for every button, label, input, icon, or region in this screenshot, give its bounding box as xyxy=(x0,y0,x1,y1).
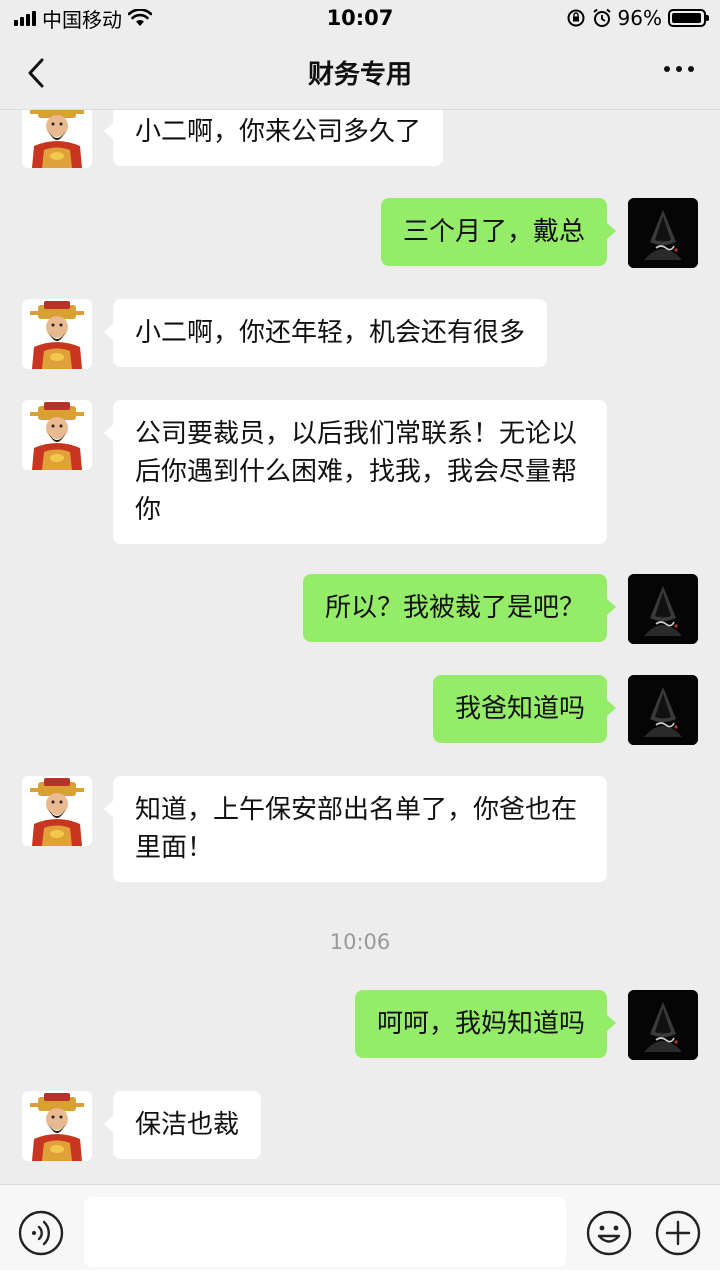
hooded-avatar-icon xyxy=(628,574,698,644)
status-right: 96% xyxy=(566,6,709,30)
caishen-avatar-icon xyxy=(22,400,92,470)
caishen-avatar-icon xyxy=(22,299,92,369)
caishen-avatar-icon xyxy=(22,110,92,168)
battery-percent: 96% xyxy=(617,6,662,30)
wifi-icon xyxy=(128,9,152,26)
caishen-avatar-icon xyxy=(22,1091,92,1161)
self-avatar[interactable] xyxy=(628,990,698,1060)
battery-fill xyxy=(672,13,701,23)
message-bubble[interactable]: 小二啊，你还年轻，机会还有很多 xyxy=(103,299,548,367)
message-bubble[interactable]: 我爸知道吗 xyxy=(432,675,617,743)
home-indicator-area xyxy=(0,1270,720,1280)
back-button[interactable] xyxy=(22,56,52,90)
chat-title: 财务专用 xyxy=(307,60,412,90)
message-bubble[interactable]: 知道，上午保安部出名单了，你爸也在里面！ xyxy=(104,776,607,882)
status-left: 中国移动 xyxy=(14,4,152,33)
sender-avatar[interactable] xyxy=(22,1091,92,1161)
caishen-avatar-icon xyxy=(22,776,92,846)
message-bubble[interactable]: 小二啊，你来公司多久了 xyxy=(103,110,444,166)
status-bar: 中国移动 10:07 96% xyxy=(0,0,720,36)
self-avatar[interactable] xyxy=(628,198,698,268)
message-bubble[interactable]: 所以？我被裁了是吧？ xyxy=(302,574,617,642)
sender-avatar[interactable] xyxy=(22,110,92,168)
more-dot xyxy=(664,66,670,72)
sender-avatar[interactable] xyxy=(22,299,92,369)
plus-button[interactable] xyxy=(654,1209,702,1257)
self-avatar[interactable] xyxy=(628,675,698,745)
sender-avatar[interactable] xyxy=(22,776,92,846)
hooded-avatar-icon xyxy=(628,198,698,268)
emoji-button[interactable] xyxy=(585,1209,633,1257)
rotation-lock-icon xyxy=(567,9,585,27)
message-bubble[interactable]: 三个月了，戴总 xyxy=(380,198,617,266)
input-bar xyxy=(0,1184,720,1280)
message-bubble[interactable]: 公司要裁员，以后我们常联系！无论以后你遇到什么困难，找我，我会尽量帮你 xyxy=(104,400,607,544)
hooded-avatar-icon xyxy=(628,990,698,1060)
voice-button[interactable] xyxy=(17,1209,65,1257)
message-input[interactable] xyxy=(84,1197,566,1267)
chat-header: 财务专用 xyxy=(0,36,720,110)
alarm-icon xyxy=(592,8,611,27)
self-avatar[interactable] xyxy=(628,574,698,644)
message-bubble[interactable]: 呵呵，我妈知道吗 xyxy=(354,990,617,1058)
signal-icon xyxy=(14,10,36,26)
message-list[interactable]: 小二啊，你来公司多久了 三个月了，戴总 小二啊，你还年轻，机会还有很多 公司要裁… xyxy=(0,110,720,1184)
carrier-label: 中国移动 xyxy=(42,7,122,32)
message-bubble[interactable]: 保洁也裁 xyxy=(103,1091,262,1159)
more-dot xyxy=(676,66,682,72)
sender-avatar[interactable] xyxy=(22,400,92,470)
message-timestamp: 10:06 xyxy=(329,930,391,954)
more-options-button[interactable] xyxy=(664,66,694,72)
hooded-avatar-icon xyxy=(628,675,698,745)
more-dot xyxy=(688,66,694,72)
battery-icon xyxy=(668,9,709,27)
